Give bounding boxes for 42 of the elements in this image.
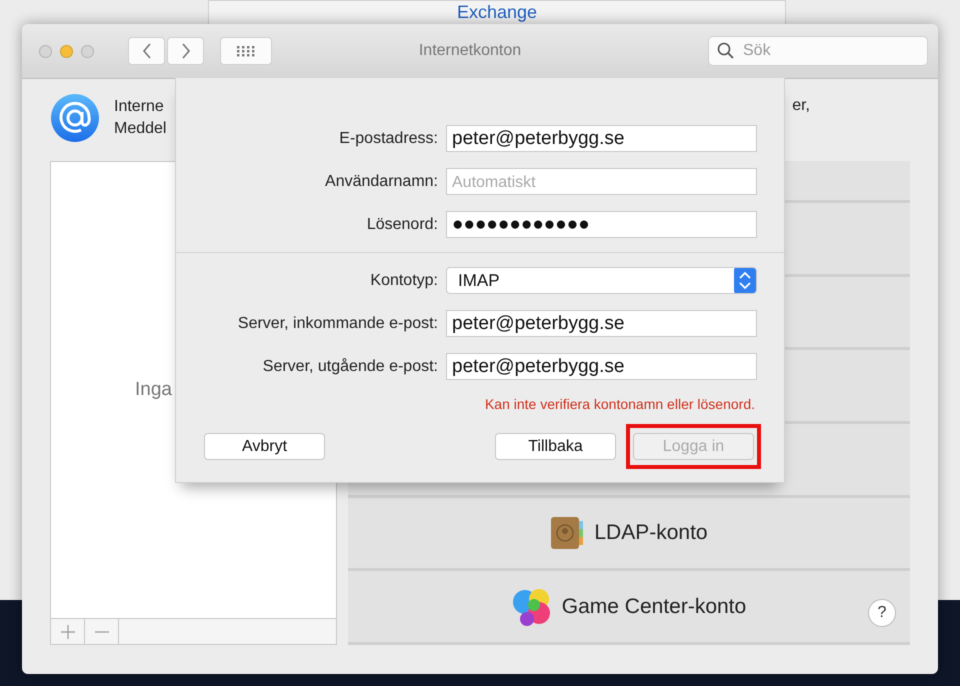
bubbles-icon: [512, 586, 552, 627]
stepper-icon: [734, 268, 756, 293]
chevron-right-icon: [180, 43, 190, 59]
field-label: Server, inkommande e-post:: [236, 314, 438, 332]
field-label: Lösenord:: [366, 216, 438, 234]
error-message: Kan inte verifiera kontonamn eller lösenord.: [484, 396, 755, 412]
window-title: Internetkonton: [418, 42, 522, 60]
zoom-button[interactable]: [81, 44, 94, 58]
field-label: Server, utgående e-post:: [262, 358, 438, 376]
header-text: Meddel: [114, 119, 166, 139]
search-box[interactable]: Sök: [708, 36, 928, 66]
forward-button[interactable]: [167, 37, 204, 65]
header-text: Interne: [114, 97, 165, 117]
minus-icon: [94, 630, 108, 632]
search-icon: [717, 42, 735, 60]
account-type-select[interactable]: IMAP: [446, 267, 757, 294]
input-field[interactable]: peter@peterbygg.se: [446, 353, 757, 380]
back-button[interactable]: [128, 37, 165, 65]
close-button[interactable]: [39, 44, 52, 58]
plus-icon: [60, 624, 74, 638]
address-book-icon: [550, 516, 584, 550]
chevron-left-icon: [142, 43, 152, 59]
field-label: E-postadress:: [338, 130, 438, 148]
header-text: er,: [792, 97, 810, 115]
input-field[interactable]: ●●●●●●●●●●●●: [446, 211, 757, 238]
account-type-row[interactable]: LDAP-konto: [348, 498, 910, 572]
input-field[interactable]: peter@peterbygg.se: [446, 310, 757, 337]
account-type-label: Game Center-konto: [562, 594, 746, 619]
search-field[interactable]: Sök: [741, 41, 905, 61]
field-label: Användarnamn:: [324, 172, 438, 190]
grid-button[interactable]: [220, 37, 272, 65]
dialog-button[interactable]: Tillbaka: [495, 433, 616, 460]
account-type-label: LDAP-konto: [594, 521, 708, 546]
field-label: Kontotyp:: [369, 272, 438, 290]
input-field[interactable]: Automatiskt: [446, 168, 757, 195]
input-field[interactable]: peter@peterbygg.se: [446, 125, 757, 152]
cancel-button[interactable]: Avbryt: [204, 433, 325, 460]
window-title: Exchange: [456, 2, 538, 22]
empty-list-text: Inga: [135, 379, 172, 401]
at-sign-icon: [50, 93, 100, 143]
grid-icon: [236, 45, 256, 57]
minimize-button[interactable]: [60, 44, 73, 58]
